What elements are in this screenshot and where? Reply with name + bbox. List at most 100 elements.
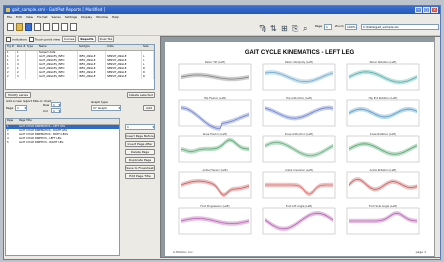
- gait-plot: Hip Adduction (Left): [262, 96, 336, 127]
- plot-title: Pelvic Tilt (Left): [205, 60, 225, 64]
- svg-text:⌕: ⌕: [303, 24, 307, 32]
- graph-type-select[interactable]: XY Graph: [91, 105, 121, 111]
- table-cell: [26, 75, 38, 79]
- touch-checkbox[interactable]: [28, 36, 34, 42]
- page-row[interactable]: 5 GAIT CYCLE KINETICS - RIGHT LEG: [6, 141, 119, 145]
- svg-text:⎘: ⎘: [292, 24, 299, 32]
- cut-icon[interactable]: [43, 23, 50, 31]
- tab-touch-label: Touch point view: [34, 37, 60, 41]
- col-units[interactable]: Units: [106, 45, 142, 50]
- col-side[interactable]: Side: [142, 45, 154, 50]
- col-field-label: Col: [43, 109, 48, 113]
- plot-title: Pelvic Obliquity (Left): [285, 60, 313, 64]
- page-action-button[interactable]: Edit Page Title: [125, 173, 155, 179]
- add-button[interactable]: Add: [143, 105, 155, 111]
- title-bar[interactable]: gait_sample.xml - GaitPlot Reports [ Mod…: [4, 6, 440, 14]
- plot-title: Knee Flexion (Left): [203, 132, 227, 136]
- page-label: Page: [315, 24, 323, 28]
- page-cell: 5: [7, 141, 9, 144]
- page-action-button[interactable]: Duplicate Page: [125, 157, 155, 163]
- page-input[interactable]: 1: [324, 24, 332, 30]
- table-cell: SENSIT_ANGLE: [106, 75, 142, 79]
- tab-dual[interactable]: Dual Tax: [97, 36, 115, 42]
- gait-plot: Foot Sole Angle (Left): [346, 204, 420, 235]
- gait-plot: Hip Flexion (Left): [178, 96, 252, 131]
- minimize-button[interactable]: –: [415, 7, 422, 13]
- col-row[interactable]: Row #: [16, 45, 26, 50]
- plot-title: Hip Ext Rotation (Left): [369, 96, 398, 100]
- table-row[interactable]: 2 3 GAIT_ANGLES_INFO INFO_ANGLE SENSIT_ANGLE…: [6, 75, 154, 79]
- col-subtype[interactable]: Subtype: [78, 45, 106, 50]
- page-order-select[interactable]: 1: [125, 124, 155, 130]
- gait-plot: Pelvic Tilt (Left): [178, 60, 252, 91]
- gait-plot: Ankle Rotation (Left): [346, 168, 420, 199]
- filter-icon[interactable]: ⊞: [281, 23, 290, 32]
- page-action-button[interactable]: Delete Page: [125, 149, 155, 155]
- plot-title: Foot Sole Angle (Left): [369, 204, 397, 208]
- col-trg[interactable]: Trg #: [6, 45, 16, 50]
- zoom-input[interactable]: 100%: [345, 24, 357, 30]
- sort-icon[interactable]: ⇅: [270, 23, 279, 32]
- modify-series-button[interactable]: Modify series: [5, 92, 31, 98]
- gait-plot: Foot Lift Angle (Left): [262, 204, 336, 235]
- tab-indicators[interactable]: Indicators: [6, 36, 27, 42]
- left-panel: Trg # Row # Type Name Subtype Units Side…: [5, 44, 157, 258]
- file-path-input[interactable]: C:\Data\gait_sample.xls: [361, 24, 439, 30]
- zoom-icon[interactable]: ⌕: [303, 23, 312, 32]
- page-action-button[interactable]: Save to Flowsheet: [125, 165, 155, 171]
- plot-frame: [346, 99, 420, 127]
- plot-title: Pelvic Rotation (Left): [370, 60, 397, 64]
- app-icon: [6, 8, 10, 12]
- tab-indicators-label: Indicators: [12, 37, 27, 41]
- col-page-title[interactable]: Page Title: [18, 119, 118, 124]
- row-select[interactable]: 1: [51, 102, 61, 108]
- plot-title: Hip Flexion (Left): [204, 96, 226, 100]
- print-icon[interactable]: [34, 23, 41, 31]
- gait-plot: Foot Progression (Left): [178, 204, 252, 235]
- tab-touch[interactable]: Touch point view: [28, 36, 60, 42]
- main-window: gait_sample.xml - GaitPlot Reports [ Mod…: [3, 5, 441, 260]
- open-folder-icon[interactable]: [16, 23, 23, 31]
- page-select[interactable]: 1: [15, 105, 27, 111]
- plot-title: Knee Adduction (Left): [285, 132, 313, 136]
- gait-plot: Hip Ext Rotation (Left): [346, 96, 420, 127]
- col-page[interactable]: Page: [6, 119, 18, 124]
- plot-title: Ankle Rotation (Left): [370, 168, 397, 172]
- page-cell: GAIT CYCLE KINETICS - RIGHT LEG: [19, 141, 64, 144]
- export-icon[interactable]: ⎘: [292, 23, 301, 32]
- table-cell: 2: [6, 75, 16, 79]
- gait-plot: Knee Rotation (Left): [346, 132, 420, 163]
- maximize-button[interactable]: □: [423, 7, 430, 13]
- preview-scrollbar[interactable]: [434, 37, 440, 257]
- plot-title: Foot Lift Angle (Left): [286, 204, 312, 208]
- window-title: gait_sample.xml - GaitPlot Reports [ Mod…: [12, 7, 106, 12]
- new-file-icon[interactable]: [7, 23, 14, 31]
- row-field-label: Row: [43, 103, 50, 107]
- tab-reports[interactable]: Reports: [78, 36, 96, 42]
- gait-plot: Pelvic Rotation (Left): [346, 60, 420, 91]
- report-tool-icon[interactable]: Ϡ: [259, 23, 268, 32]
- table-cell: INFO_ANGLE: [78, 75, 106, 79]
- view-tabs: Indicators Touch point view Curves Repor…: [4, 35, 158, 43]
- table-cell: GAIT_ANGLES_INFO: [38, 75, 78, 79]
- copy-icon[interactable]: [52, 23, 59, 31]
- gait-plot: Ankle Inversion (Left): [262, 168, 336, 199]
- close-button[interactable]: ×: [431, 7, 438, 13]
- undo-icon[interactable]: [70, 23, 77, 31]
- tab-curves[interactable]: Curves: [61, 36, 77, 42]
- col-type[interactable]: Type: [26, 45, 38, 50]
- report-preview: GAIT CYCLE KINEMATICS - LEFT LEG Pelvic …: [160, 36, 440, 258]
- delete-selected-button[interactable]: Delete selected: [127, 92, 155, 98]
- indicators-checkbox[interactable]: [6, 36, 11, 42]
- col-select[interactable]: 1: [51, 108, 61, 114]
- series-table: Trg # Row # Type Name Subtype Units Side…: [5, 44, 155, 90]
- svg-text:Ϡ: Ϡ: [259, 24, 266, 32]
- save-icon[interactable]: [25, 23, 32, 31]
- paste-icon[interactable]: [61, 23, 68, 31]
- pages-table: Page Page Title 1 GAIT CYCLE KINEMATICS -…: [5, 118, 120, 256]
- page-action-button[interactable]: Insert Page After: [125, 141, 155, 147]
- page-action-button[interactable]: Insert Page Before: [125, 133, 155, 139]
- plot-title: Hip Adduction (Left): [286, 96, 312, 100]
- col-name[interactable]: Name: [38, 45, 78, 50]
- svg-text:⊞: ⊞: [281, 24, 288, 32]
